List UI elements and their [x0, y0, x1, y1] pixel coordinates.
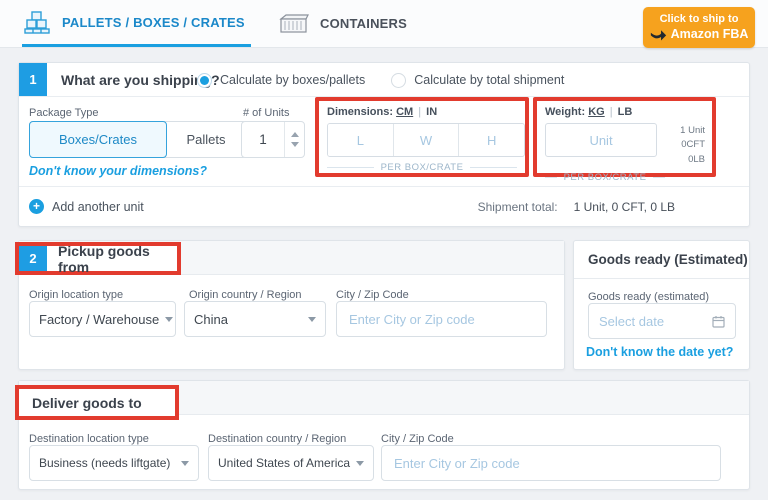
pallet-boxes-icon — [22, 9, 52, 35]
plus-icon: + — [29, 199, 44, 214]
goods-ready-date-picker[interactable]: Select date — [588, 303, 736, 339]
shipment-total-value: 1 Unit, 0 CFT, 0 LB — [574, 200, 675, 214]
destination-country-select[interactable]: United States of America — [208, 445, 374, 481]
section1-header: 1 What are you shipping? Calculate by bo… — [19, 63, 749, 97]
origin-type-value: Factory / Warehouse — [39, 312, 159, 327]
tab-containers[interactable]: CONTAINERS — [278, 0, 407, 47]
units-stepper-arrows[interactable] — [284, 122, 304, 157]
height-input[interactable] — [459, 124, 524, 156]
units-label: # of Units — [243, 107, 289, 119]
destination-city-input[interactable] — [381, 445, 721, 481]
section1-step-badge: 1 — [19, 63, 47, 96]
goods-ready-field-label: Goods ready (estimated) — [588, 291, 709, 303]
dimensions-inputs — [327, 123, 525, 157]
radio-calculate-by-boxes-label: Calculate by boxes/pallets — [220, 73, 365, 87]
shipment-total: Shipment total: 1 Unit, 0 CFT, 0 LB — [478, 187, 675, 226]
unit-in-toggle[interactable]: IN — [426, 106, 437, 118]
section-what-are-you-shipping: 1 What are you shipping? Calculate by bo… — [18, 62, 750, 227]
fba-button-line2: Amazon FBA — [671, 26, 749, 43]
tab-containers-label: CONTAINERS — [320, 16, 407, 31]
calculation-mode-radios: Calculate by boxes/pallets Calculate by … — [197, 63, 564, 97]
section-deliver-goods-to: Deliver goods to Destination location ty… — [18, 380, 750, 490]
goods-ready-title: Goods ready (Estimated) — [574, 241, 749, 279]
destination-type-label: Destination location type — [29, 433, 149, 445]
destination-country-value: United States of America — [218, 456, 350, 470]
calendar-icon — [712, 315, 725, 328]
add-another-unit-button[interactable]: + Add another unit — [29, 187, 144, 226]
origin-type-select[interactable]: Factory / Warehouse — [29, 301, 176, 337]
destination-country-label: Destination country / Region — [208, 433, 346, 445]
chevron-down-icon — [181, 461, 189, 466]
annotation-box-weight: Weight: KG | LB 1 Unit 0CFT 0LB PER BOX/… — [533, 97, 716, 177]
unit-summary-units: 1 Unit — [657, 124, 705, 138]
section3-title: Deliver goods to — [32, 395, 142, 411]
stepper-up-icon[interactable] — [291, 132, 299, 137]
unit-summary-lb: 0LB — [657, 153, 705, 167]
container-icon — [278, 12, 310, 36]
annotation-box-dimensions: Dimensions: CM | IN PER BOX/CRATE — [315, 97, 529, 177]
amazon-arrow-icon — [650, 28, 667, 41]
radio-unselected-icon — [391, 73, 406, 88]
unit-cm-toggle[interactable]: CM — [396, 106, 413, 118]
section-pickup-goods-from: 2 Pickup goods from Origin location type… — [18, 240, 565, 370]
width-input[interactable] — [394, 124, 460, 156]
radio-selected-icon — [197, 73, 212, 88]
freight-rate-calculator: PALLETS / BOXES / CRATES CONTAINERS Clic… — [0, 0, 768, 500]
dont-know-dimensions-link[interactable]: Don't know your dimensions? — [29, 164, 207, 178]
dimensions-per-box-label: PER BOX/CRATE — [327, 162, 517, 173]
unit-kg-toggle[interactable]: KG — [588, 106, 605, 118]
weight-label: Weight: — [545, 106, 585, 118]
weight-input[interactable] — [545, 123, 657, 157]
unit-summary-cft: 0CFT — [657, 138, 705, 152]
package-type-toggle: Boxes/Crates Pallets — [29, 121, 247, 158]
unit-summary: 1 Unit 0CFT 0LB — [657, 123, 708, 167]
section1-footer: + Add another unit Shipment total: 1 Uni… — [19, 186, 749, 226]
destination-city-label: City / Zip Code — [381, 433, 454, 445]
radio-calculate-by-total-label: Calculate by total shipment — [414, 73, 564, 87]
origin-city-input[interactable] — [336, 301, 547, 337]
units-stepper — [241, 121, 305, 158]
length-input[interactable] — [328, 124, 394, 156]
package-type-pallets[interactable]: Pallets — [166, 122, 246, 157]
add-another-unit-label: Add another unit — [52, 200, 144, 214]
section1-title: What are you shipping? — [61, 72, 220, 88]
package-type-boxes-crates[interactable]: Boxes/Crates — [29, 121, 167, 158]
origin-country-label: Origin country / Region — [189, 289, 302, 301]
units-input[interactable] — [242, 122, 284, 157]
radio-calculate-by-boxes[interactable]: Calculate by boxes/pallets — [197, 73, 365, 88]
weight-unit-row: Weight: KG | LB — [545, 106, 708, 118]
amazon-fba-button[interactable]: Click to ship to Amazon FBA — [643, 7, 755, 48]
package-type-label: Package Type — [29, 107, 99, 119]
origin-type-label: Origin location type — [29, 289, 123, 301]
date-placeholder: Select date — [599, 314, 664, 329]
origin-country-value: China — [194, 312, 228, 327]
unit-lb-toggle[interactable]: LB — [618, 106, 633, 118]
destination-type-value: Business (needs liftgate) — [39, 456, 170, 470]
radio-calculate-by-total[interactable]: Calculate by total shipment — [391, 73, 564, 88]
weight-per-box-label: PER BOX/CRATE — [545, 172, 665, 183]
chevron-down-icon — [356, 461, 364, 466]
origin-city-label: City / Zip Code — [336, 289, 409, 301]
destination-type-select[interactable]: Business (needs liftgate) — [29, 445, 199, 481]
annotation-box-deliver: Deliver goods to — [15, 385, 179, 420]
goods-ready-panel: Goods ready (Estimated) Goods ready (est… — [573, 240, 750, 370]
dimensions-label: Dimensions: — [327, 106, 393, 118]
stepper-down-icon[interactable] — [291, 142, 299, 147]
chevron-down-icon — [165, 317, 173, 322]
chevron-down-icon — [308, 317, 316, 322]
fba-button-line1: Click to ship to — [660, 13, 739, 25]
tab-pallets-label: PALLETS / BOXES / CRATES — [62, 15, 245, 30]
shipment-total-label: Shipment total: — [478, 200, 558, 214]
dont-know-date-link[interactable]: Don't know the date yet? — [586, 345, 733, 359]
origin-country-select[interactable]: China — [184, 301, 326, 337]
shipment-type-tabbar: PALLETS / BOXES / CRATES CONTAINERS Clic… — [0, 0, 768, 48]
tab-pallets-boxes-crates[interactable]: PALLETS / BOXES / CRATES — [22, 0, 251, 47]
dimensions-unit-row: Dimensions: CM | IN — [327, 106, 521, 118]
